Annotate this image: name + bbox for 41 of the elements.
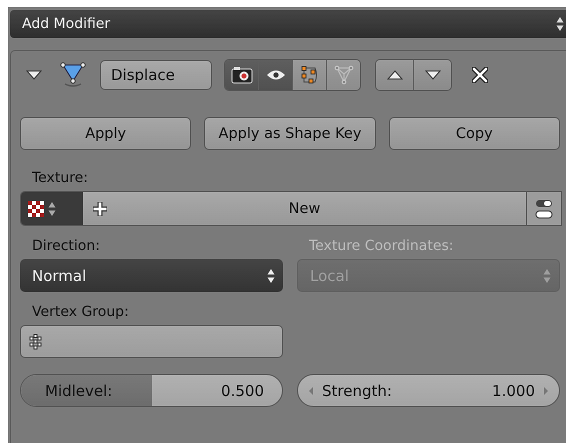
up-down-arrows-icon [48, 200, 56, 216]
texture-label: Texture: [32, 170, 89, 186]
vertex-group-icon [29, 334, 43, 350]
direction-dropdown[interactable]: Normal [20, 259, 283, 292]
toggle-button[interactable] [293, 60, 327, 90]
texture-coordinates-label: Texture Coordinates: [309, 238, 454, 254]
toggle-button[interactable] [259, 60, 293, 90]
modifier-name-field[interactable]: Displace [100, 60, 212, 90]
displace-modifier-icon [60, 62, 86, 88]
add-modifier-dropdown[interactable]: Add Modifier [10, 10, 566, 38]
toggle-button[interactable] [327, 60, 360, 90]
direction-label: Direction: [32, 238, 101, 254]
close-icon[interactable] [472, 67, 488, 83]
up-down-arrows-icon [267, 268, 275, 284]
move-down-button[interactable] [413, 60, 451, 90]
up-down-arrows-icon [543, 268, 551, 284]
action-button[interactable]: Apply as Shape Key [204, 117, 376, 150]
toggle-switch-button[interactable] [526, 192, 561, 225]
action-button[interactable]: Copy [388, 117, 560, 150]
action-button[interactable]: Apply [20, 117, 192, 150]
camera-icon [230, 66, 252, 84]
edit-mesh-icon [300, 65, 320, 85]
up-triangle-icon [386, 70, 402, 80]
move-up-button[interactable] [376, 60, 413, 90]
left-arrow-icon [308, 386, 314, 396]
new-texture-button[interactable]: New [83, 192, 526, 225]
right-arrow-icon [543, 386, 549, 396]
texture-browse-button[interactable] [21, 192, 83, 225]
plus-icon [91, 200, 109, 218]
vertex-group-field[interactable] [20, 325, 283, 358]
down-triangle-icon [424, 70, 440, 80]
eye-icon [266, 69, 286, 81]
triangle-vertices-icon [334, 65, 354, 85]
toggle-switch-icon [535, 198, 553, 220]
up-down-arrows-icon [556, 16, 564, 32]
midlevel-slider[interactable]: Midlevel: 0.500 [20, 374, 283, 407]
toggle-button[interactable] [225, 60, 259, 90]
expand-triangle-icon[interactable] [26, 70, 42, 80]
vertex-group-label: Vertex Group: [32, 304, 130, 320]
strength-number-field[interactable]: Strength: 1.000 [297, 374, 560, 407]
checker-texture-icon [28, 200, 44, 216]
